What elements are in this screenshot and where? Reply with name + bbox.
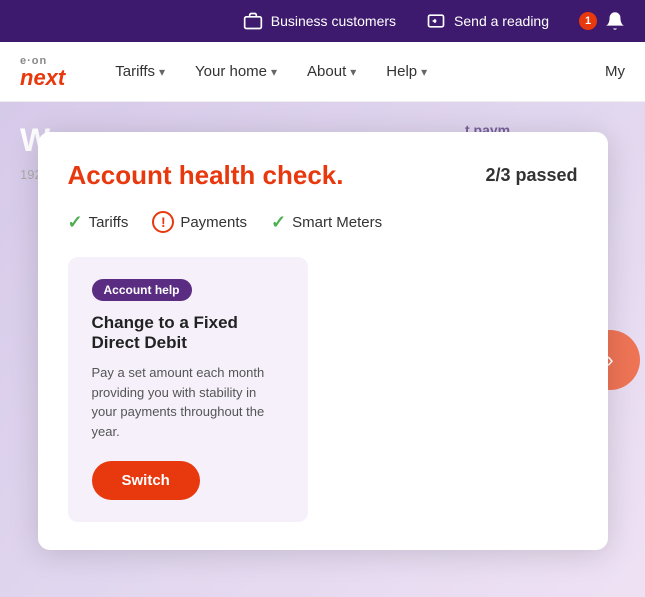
nav-about[interactable]: About ▾ [307, 63, 356, 80]
nav-tariffs[interactable]: Tariffs ▾ [115, 63, 165, 80]
business-customers-label: Business customers [271, 13, 396, 29]
check-ok-icon-2: ✓ [271, 212, 286, 233]
modal-overlay: Account health check. 2/3 passed ✓ Tarif… [0, 102, 645, 597]
modal-title: Account health check. [68, 160, 344, 191]
meter-icon [426, 11, 446, 31]
briefcase-icon [243, 11, 263, 31]
notifications-icon[interactable]: 1 [579, 11, 625, 31]
nav-my-label: My [605, 63, 625, 80]
nav-your-home[interactable]: Your home ▾ [195, 63, 277, 80]
card-badge: Account help [92, 279, 192, 301]
check-smart-meters-label: Smart Meters [292, 214, 382, 231]
chevron-down-icon: ▾ [421, 65, 427, 79]
check-ok-icon: ✓ [68, 212, 83, 233]
check-payments: ! Payments [152, 211, 247, 233]
check-tariffs-label: Tariffs [89, 214, 129, 231]
nav-my[interactable]: My [605, 63, 625, 80]
modal-checks: ✓ Tariffs ! Payments ✓ Smart Meters [68, 211, 578, 233]
nav-about-label: About [307, 63, 346, 80]
check-smart-meters: ✓ Smart Meters [271, 212, 382, 233]
top-bar: Business customers Send a reading 1 [0, 0, 645, 42]
nav-your-home-label: Your home [195, 63, 267, 80]
nav-bar: e·on next Tariffs ▾ Your home ▾ About ▾ … [0, 42, 645, 102]
nav-help[interactable]: Help ▾ [386, 63, 427, 80]
modal-passed: 2/3 passed [485, 165, 577, 186]
chevron-down-icon: ▾ [159, 65, 165, 79]
chevron-down-icon: ▾ [271, 65, 277, 79]
notification-count: 1 [579, 12, 597, 30]
switch-button[interactable]: Switch [92, 461, 200, 500]
logo-next: next [20, 67, 65, 89]
send-reading-link[interactable]: Send a reading [426, 11, 549, 31]
modal-header: Account health check. 2/3 passed [68, 160, 578, 191]
business-customers-link[interactable]: Business customers [243, 11, 396, 31]
card-description: Pay a set amount each month providing yo… [92, 363, 284, 441]
logo[interactable]: e·on next [20, 55, 65, 89]
card-title: Change to a Fixed Direct Debit [92, 313, 284, 353]
send-reading-label: Send a reading [454, 13, 549, 29]
chevron-down-icon: ▾ [350, 65, 356, 79]
check-payments-label: Payments [180, 214, 247, 231]
nav-tariffs-label: Tariffs [115, 63, 155, 80]
account-help-card: Account help Change to a Fixed Direct De… [68, 257, 308, 522]
bell-icon [605, 11, 625, 31]
check-tariffs: ✓ Tariffs [68, 212, 129, 233]
nav-help-label: Help [386, 63, 417, 80]
health-check-modal: Account health check. 2/3 passed ✓ Tarif… [38, 132, 608, 550]
check-warn-icon: ! [152, 211, 174, 233]
